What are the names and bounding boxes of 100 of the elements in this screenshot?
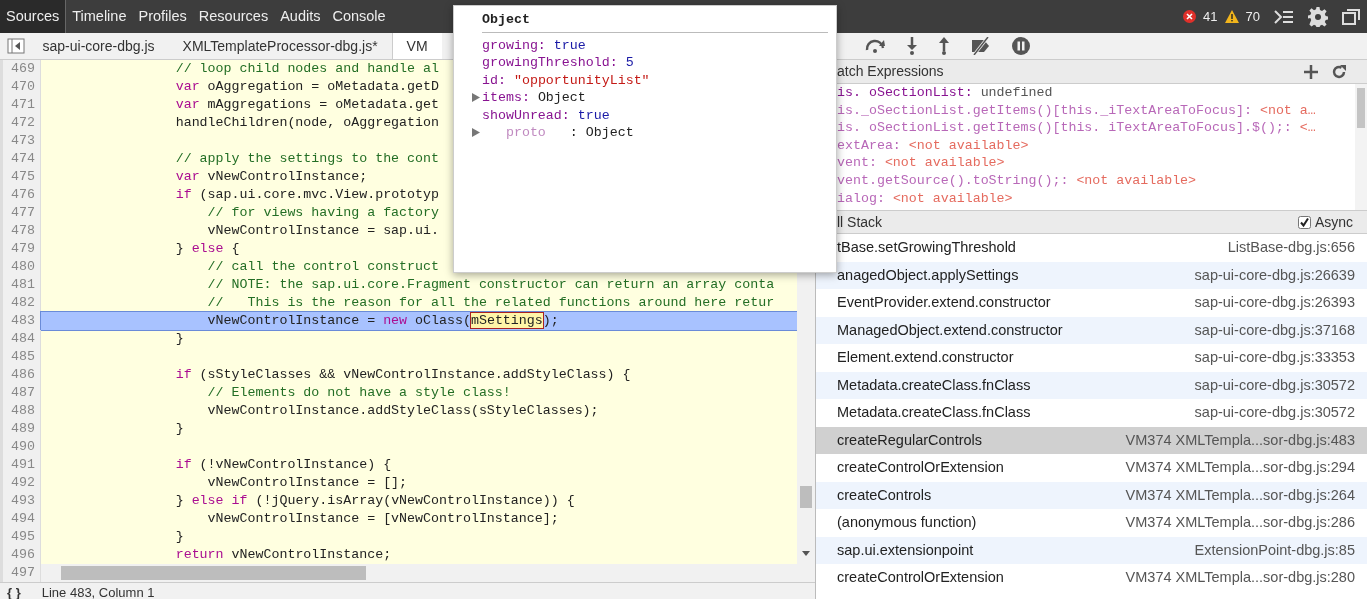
line-number: 494 <box>3 510 41 528</box>
object-property[interactable]: items: Object <box>454 89 836 107</box>
line-number: 485 <box>3 348 41 366</box>
line-number: 496 <box>3 546 41 564</box>
object-property: id: "opportunityList" <box>481 71 651 90</box>
watch-expression: vent.getSource().toString();: <not available> <box>837 171 1198 190</box>
step-into-icon[interactable] <box>906 37 918 55</box>
section-title: atch Expressions <box>837 62 944 81</box>
line-number: 492 <box>3 474 41 492</box>
line-number: 481 <box>3 276 41 294</box>
call-frame[interactable]: ManagedObject.extend.constructor sap-ui-core-dbg.js:37168 <box>816 316 1367 344</box>
add-icon[interactable] <box>1304 64 1318 79</box>
scrollbar-thumb[interactable] <box>800 486 812 508</box>
object-property: showUnread: true <box>481 106 611 125</box>
panel-tab[interactable]: Console <box>326 0 392 33</box>
step-out-icon[interactable] <box>938 37 950 55</box>
line-number: 487 <box>3 384 41 402</box>
line-number: 478 <box>3 222 41 240</box>
panel-tab[interactable]: Profiles <box>132 0 193 33</box>
line-number: 475 <box>3 168 41 186</box>
code-line: vNewControlInstance = sap.ui. <box>206 223 439 238</box>
step-over-icon[interactable] <box>864 39 886 53</box>
call-frame[interactable]: createRegularControls VM374 XMLTempla...sor-dbg.js:483 <box>816 426 1367 454</box>
line-number: 489 <box>3 420 41 438</box>
warning-icon <box>1224 10 1239 23</box>
code-line: // for views having a factory <box>206 205 439 220</box>
line-number: 484 <box>3 330 41 348</box>
watch-expression: is. oSectionList.getItems()[this. iTextAreaToFocus].$();: <… <box>837 119 1317 137</box>
refresh-icon[interactable] <box>1332 64 1346 79</box>
panel-tab[interactable]: Sources <box>0 0 67 33</box>
call-frame[interactable]: Metadata.createClass.fnClass sap-ui-core-dbg.js:30572 <box>816 399 1367 427</box>
panel-tab[interactable]: Resources <box>192 0 275 33</box>
file-tab[interactable]: VM <box>391 33 442 59</box>
call-frame[interactable]: EventProvider.extend.constructor sap-ui-core-dbg.js:26393 <box>816 289 1367 317</box>
object-property: growing: true <box>481 36 587 55</box>
settings-icon[interactable] <box>1308 6 1328 27</box>
line-number: 479 <box>3 240 41 258</box>
line-number: 483 <box>3 312 41 330</box>
code-line: var oAggregation = oMetadata.getD <box>174 79 439 94</box>
code-line: // loop child nodes and handle al <box>174 61 439 76</box>
line-number: 495 <box>3 528 41 546</box>
section-title: ll Stack <box>837 212 883 232</box>
cursor-position: Line 483, Column 1 <box>41 583 155 599</box>
code-line: vNewControlInstance = [vNewControlInstance]; <box>206 511 559 526</box>
call-frame[interactable]: Metadata.createClass.fnClass sap-ui-core-dbg.js:30572 <box>816 371 1367 399</box>
call-frame[interactable]: Element.extend.constructor sap-ui-core-dbg.js:33353 <box>816 344 1367 372</box>
code-line: } else { <box>174 241 240 256</box>
call-frame[interactable]: sap.ui.extensionpoint ExtensionPoint-dbg.js:85 <box>816 536 1367 564</box>
line-number: 491 <box>3 456 41 474</box>
line-number: 490 <box>3 438 41 456</box>
code-line: var mAggregations = oMetadata.get <box>174 97 439 112</box>
error-count: 41 <box>1203 7 1218 26</box>
code-line: var vNewControlInstance; <box>174 169 368 184</box>
line-number: 486 <box>3 366 41 384</box>
scrollbar[interactable] <box>1355 84 1367 210</box>
line-number: 469 <box>3 60 41 78</box>
call-frame[interactable]: createControls VM374 XMLTempla...sor-dbg.js:264 <box>816 481 1367 509</box>
horizontal-scrollbar[interactable] <box>41 564 815 582</box>
pause-on-exceptions-icon[interactable] <box>1012 37 1030 55</box>
pretty-print-button[interactable]: { } <box>7 582 21 599</box>
call-frame[interactable]: createControlOrExtension VM374 XMLTempla...sor-dbg.js:280 <box>816 564 1367 592</box>
object-property[interactable]: proto : Object <box>454 124 836 143</box>
code-line: // This is the reason for all the related functions around here retur <box>206 295 775 310</box>
line-number: 493 <box>3 492 41 510</box>
code-line: } <box>174 331 184 346</box>
deactivate-breakpoints-icon[interactable] <box>970 37 992 55</box>
code-line: return vNewControlInstance; <box>174 547 392 562</box>
code-line: } <box>174 421 184 436</box>
line-number: 471 <box>3 96 41 114</box>
expand-triangle-icon[interactable] <box>472 93 480 103</box>
console-drawer-icon[interactable] <box>1274 8 1294 25</box>
code-line: handleChildren(node, oAggregation <box>174 115 439 130</box>
panel-tab[interactable]: Audits <box>274 0 327 33</box>
dock-icon[interactable] <box>1342 8 1360 25</box>
line-number: 480 <box>3 258 41 276</box>
file-tab[interactable]: XMLTemplateProcessor-dbg.js* <box>168 33 392 59</box>
object-property: growingThreshold: 5 <box>481 54 635 72</box>
watch-expression: is._oSectionList.getItems()[this._iTextAreaToFocus]: <not a… <box>837 101 1317 120</box>
watch-expression: extArea: <not available> <box>837 136 1030 155</box>
file-tab[interactable]: sap-ui-core-dbg.js <box>28 33 169 59</box>
call-frame[interactable]: anagedObject.applySettings sap-ui-core-dbg.js:26639 <box>816 261 1367 289</box>
line-number: 497 <box>3 564 41 582</box>
scroll-down-arrow-icon[interactable] <box>802 551 810 556</box>
panel-tab[interactable]: Timeline <box>66 0 133 33</box>
line-number: 477 <box>3 204 41 222</box>
call-frame[interactable]: createControlOrExtension VM374 XMLTempla...sor-dbg.js:294 <box>816 454 1367 482</box>
checkbox-label: Async <box>1314 212 1353 232</box>
line-number: 472 <box>3 114 41 132</box>
code-line: } <box>174 529 184 544</box>
line-number: 488 <box>3 402 41 420</box>
async-checkbox[interactable] <box>1298 215 1312 229</box>
code-line: if (!vNewControlInstance) { <box>174 457 392 472</box>
watch-expression: vent: <not available> <box>837 154 1006 172</box>
code-line: if (sStyleClasses && vNewControlInstance.addStyleClass) { <box>174 367 631 382</box>
sidebar-toggle-icon[interactable] <box>7 38 25 54</box>
code-line: // apply the settings to the cont <box>174 151 439 166</box>
code-line: vNewControlInstance = []; <box>206 475 408 490</box>
expand-triangle-icon[interactable] <box>472 128 480 138</box>
line-number: 473 <box>3 132 41 150</box>
call-frame[interactable]: (anonymous function) VM374 XMLTempla...sor-dbg.js:286 <box>816 509 1367 537</box>
